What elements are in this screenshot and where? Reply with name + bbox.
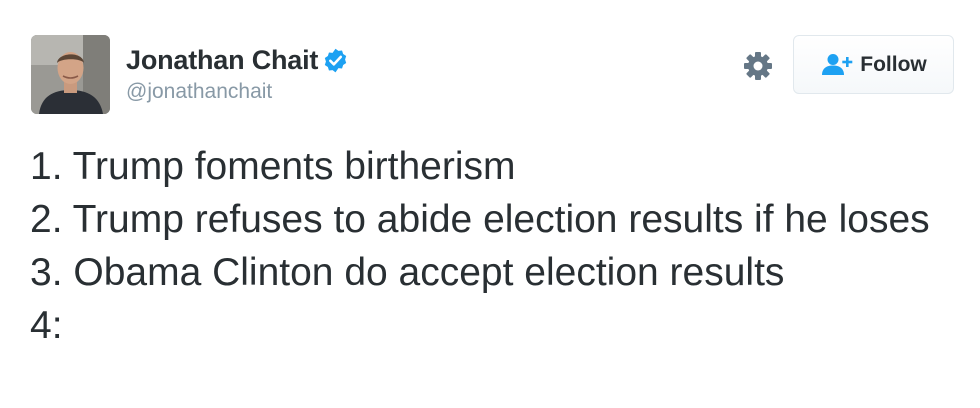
author-block: Jonathan Chait @jonathanchait [126, 44, 349, 104]
avatar-image [31, 35, 110, 114]
tweet-line: 3. Obama Clinton do accept election resu… [30, 251, 785, 294]
tweet-line: 4: [30, 304, 63, 347]
tweet-card: Jonathan Chait @jonathanchait Follow 1. … [0, 0, 980, 408]
gear-icon[interactable] [742, 50, 774, 82]
display-name[interactable]: Jonathan Chait [126, 45, 318, 76]
add-user-icon [820, 52, 854, 78]
verified-badge-icon [322, 47, 349, 74]
follow-button[interactable]: Follow [793, 35, 954, 94]
follow-button-label: Follow [860, 52, 927, 76]
tweet-line: 1. Trump foments birtherism [30, 145, 516, 188]
avatar[interactable] [31, 35, 110, 114]
tweet-text: 1. Trump foments birtherism 2. Trump ref… [30, 140, 950, 352]
user-handle[interactable]: @jonathanchait [126, 80, 349, 104]
name-row: Jonathan Chait [126, 44, 349, 76]
tweet-line: 2. Trump refuses to abide election resul… [30, 198, 930, 241]
